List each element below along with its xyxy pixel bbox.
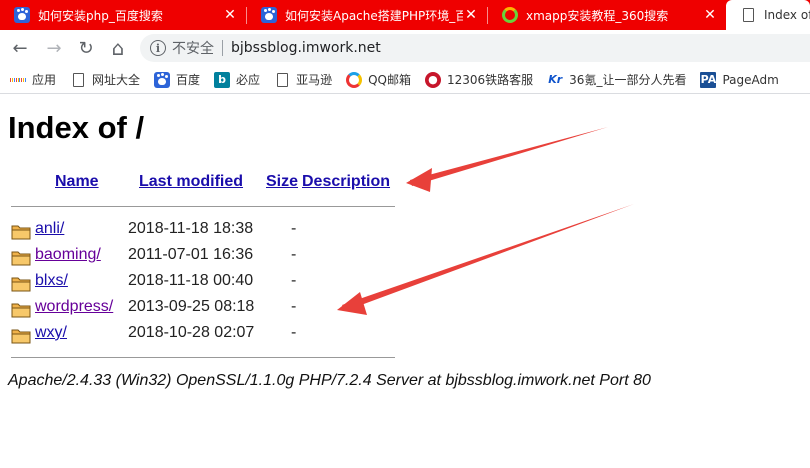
bookmark-qqmail[interactable]: QQ邮箱: [346, 71, 411, 88]
table-row: wordpress/2013-09-25 08:18 -: [8, 295, 408, 321]
page-content: Index of / Name Last modified Size Descr…: [0, 95, 810, 468]
bing-icon: b: [214, 71, 231, 88]
entry-name: anli/: [35, 220, 64, 238]
entry-link[interactable]: baoming/: [35, 246, 101, 263]
entry-modified: 2018-11-18 18:38: [128, 220, 254, 237]
folder-icon: [11, 327, 32, 344]
table-row: baoming/2011-07-01 16:36 -: [8, 243, 408, 269]
entry-link[interactable]: anli/: [35, 220, 64, 237]
entry-size: -: [291, 298, 297, 315]
footer-divider: [11, 357, 395, 358]
table-row: blxs/2018-11-18 00:40 -: [8, 269, 408, 295]
security-status[interactable]: 不安全: [172, 38, 214, 58]
column-header-name[interactable]: Name: [55, 173, 99, 191]
page-title: Index of /: [8, 110, 145, 145]
bookmark-label: 百度: [176, 73, 201, 87]
baidu-paw-icon: [261, 7, 277, 23]
entry-size: -: [291, 246, 297, 263]
bookmark-label: 必应: [236, 73, 261, 87]
server-signature: Apache/2.4.33 (Win32) OpenSSL/1.1.0g PHP…: [8, 372, 651, 389]
column-header-description[interactable]: Description: [302, 173, 390, 191]
tab-title: xmapp安装教程_360搜索: [526, 8, 669, 23]
entry-modified: 2018-11-18 00:40: [128, 272, 254, 289]
sort-by-name-link[interactable]: Name: [55, 173, 99, 190]
baidu-paw-icon: [14, 7, 30, 23]
column-header-last-modified[interactable]: Last modified: [139, 173, 243, 191]
home-icon[interactable]: ⌂: [108, 36, 128, 60]
close-icon[interactable]: ✕: [463, 7, 479, 23]
bookmark-label: 网址大全: [92, 73, 141, 87]
table-row: anli/2018-11-18 18:38 -: [8, 217, 408, 243]
12306-icon: ●: [424, 71, 441, 88]
forward-icon[interactable]: →: [44, 38, 64, 59]
folder-icon: [11, 301, 32, 318]
page-icon: [70, 72, 86, 88]
navigation-bar: ← → ↻ ⌂ i 不安全 bjbssblog.imwork.net: [0, 30, 810, 66]
bookmark-label: 亚马逊: [296, 73, 333, 87]
folder-icon: [11, 275, 32, 292]
close-icon[interactable]: ✕: [222, 7, 238, 23]
entry-name: blxs/: [35, 272, 68, 290]
folder-icon: [11, 249, 32, 266]
entry-link[interactable]: blxs/: [35, 272, 68, 289]
bookmark-pageadmin[interactable]: PA PageAdm: [700, 71, 779, 88]
entry-name: wxy/: [35, 324, 67, 342]
omnibox-divider: [222, 40, 223, 56]
entry-link[interactable]: wordpress/: [35, 298, 113, 315]
close-icon[interactable]: ✕: [702, 7, 718, 23]
tab-strip: 如何安装php_百度搜索 ✕ 如何安装Apache搭建PHP环境_百 ✕ xma…: [0, 0, 810, 30]
sort-by-modified-link[interactable]: Last modified: [139, 173, 243, 190]
bookmark-baidu[interactable]: 百度: [154, 71, 200, 88]
bookmark-apps[interactable]: 应用: [10, 71, 56, 88]
tab-baidu-apache[interactable]: 如何安装Apache搭建PHP环境_百 ✕: [247, 1, 487, 29]
bookmark-label: QQ邮箱: [368, 73, 411, 87]
info-icon[interactable]: i: [150, 40, 166, 56]
entry-size: -: [291, 324, 297, 341]
bookmarks-bar: 应用 网址大全 百度 b 必应 亚马逊 QQ邮箱 ● 12306铁路客服 Kr …: [0, 66, 810, 94]
pa-icon: PA: [700, 71, 717, 88]
tab-title: 如何安装Apache搭建PHP环境_百: [285, 8, 463, 23]
sort-by-description-link[interactable]: Description: [302, 173, 390, 190]
address-bar[interactable]: i 不安全 bjbssblog.imwork.net: [140, 34, 810, 62]
entry-modified: 2018-10-28 02:07: [128, 324, 255, 341]
folder-icon: [11, 223, 32, 240]
entry-link[interactable]: wxy/: [35, 324, 67, 341]
qq-mail-icon: [346, 71, 363, 88]
kr-icon: Kr: [548, 73, 563, 86]
360-search-icon: [502, 7, 518, 23]
baidu-paw-icon: [154, 71, 171, 88]
tab-title: 如何安装php_百度搜索: [38, 8, 163, 23]
tab-index-of[interactable]: Index of: [726, 0, 810, 30]
bookmark-amazon[interactable]: 亚马逊: [274, 71, 332, 88]
bookmark-wangzhi[interactable]: 网址大全: [70, 71, 140, 88]
bookmark-label: 36氪_让一部分人先看: [569, 73, 687, 87]
reload-icon[interactable]: ↻: [76, 38, 96, 59]
entry-size: -: [291, 220, 297, 237]
entry-size: -: [291, 272, 297, 289]
bookmark-12306[interactable]: ● 12306铁路客服: [424, 71, 534, 88]
entry-name: wordpress/: [35, 298, 113, 316]
bookmark-label: 12306铁路客服: [446, 73, 534, 87]
tab-title: Index of: [764, 8, 810, 22]
back-icon[interactable]: ←: [10, 38, 30, 59]
entry-modified: 2011-07-01 16:36: [128, 246, 254, 263]
sort-by-size-link[interactable]: Size: [266, 173, 298, 190]
tab-baidu-php[interactable]: 如何安装php_百度搜索 ✕: [0, 1, 246, 29]
document-icon: [740, 7, 756, 23]
bookmark-label: PageAdm: [722, 72, 779, 87]
page-icon: [274, 72, 290, 88]
bookmark-label: 应用: [32, 73, 57, 87]
entry-modified: 2013-09-25 08:18: [128, 298, 255, 315]
column-header-size[interactable]: Size: [266, 173, 298, 191]
tab-360-xmapp[interactable]: xmapp安装教程_360搜索 ✕: [488, 1, 726, 29]
header-divider: [11, 206, 395, 207]
url-text[interactable]: bjbssblog.imwork.net: [231, 40, 381, 56]
bookmark-bing[interactable]: b 必应: [214, 71, 260, 88]
table-row: wxy/2018-10-28 02:07 -: [8, 321, 408, 347]
apps-grid-icon: [10, 72, 27, 88]
entry-name: baoming/: [35, 246, 101, 264]
bookmark-36kr[interactable]: Kr 36氪_让一部分人先看: [547, 71, 686, 88]
